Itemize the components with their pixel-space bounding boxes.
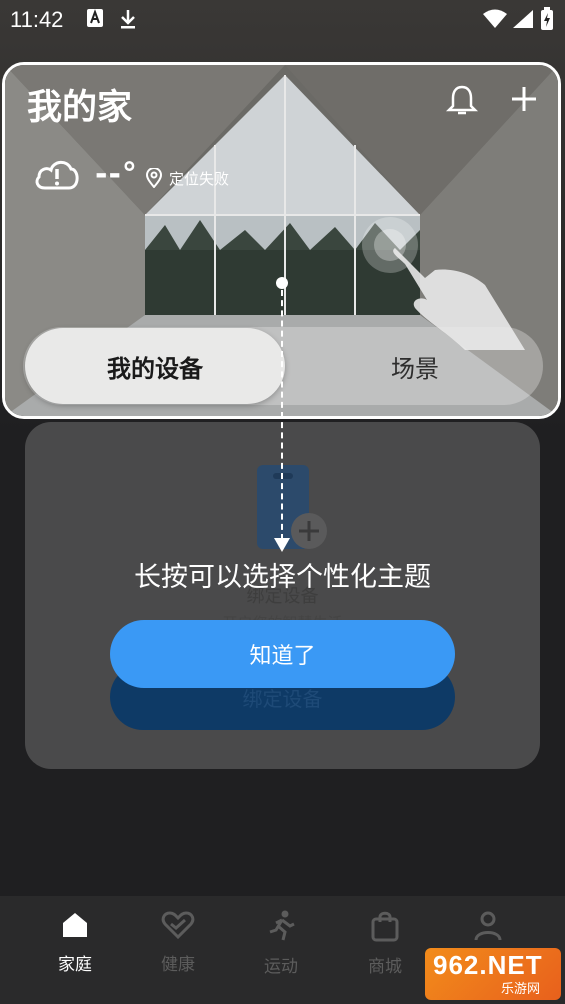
profile-icon (473, 911, 503, 946)
download-icon (118, 8, 138, 35)
nav-home[interactable]: 家庭 (40, 910, 110, 975)
nav-sport-label: 运动 (264, 957, 298, 977)
temperature: --° (95, 157, 138, 192)
nav-health-label: 健康 (161, 955, 195, 975)
app-notification-icon (86, 8, 104, 33)
shopping-bag-icon (370, 911, 400, 946)
guide-dot (276, 277, 288, 289)
cloud-alert-icon (33, 157, 81, 195)
device-add-illustration-icon (255, 463, 335, 557)
watermark-logo: 962.NET 乐游网 (425, 948, 561, 1000)
watermark-brand: 962.NET (433, 950, 543, 980)
home-title[interactable]: 我的家 (27, 79, 132, 130)
battery-icon (540, 7, 554, 36)
watermark-sub: 乐游网 (501, 982, 541, 997)
nav-home-label: 家庭 (58, 955, 92, 975)
location-pin-icon (145, 167, 163, 192)
signal-icon (512, 9, 534, 34)
guide-message: 长按可以选择个性化主题 (134, 562, 431, 593)
tab-my-devices[interactable]: 我的设备 (25, 328, 285, 404)
nav-sport[interactable]: 运动 (246, 910, 316, 977)
hand-pointer-icon (355, 200, 535, 364)
guide-dashed-line (281, 290, 283, 540)
got-it-button[interactable]: 知道了 (110, 620, 455, 688)
heart-icon (161, 911, 195, 944)
nav-health[interactable]: 健康 (143, 910, 213, 975)
status-bar: 11:42 (0, 0, 565, 40)
guide-arrow (274, 538, 290, 552)
nav-shop-label: 商城 (368, 957, 402, 977)
wifi-icon (482, 9, 508, 34)
nav-shop[interactable]: 商城 (350, 910, 420, 977)
bell-icon[interactable] (445, 83, 479, 121)
running-icon (266, 910, 296, 946)
home-icon (60, 913, 90, 944)
status-time: 11:42 (10, 7, 64, 32)
add-icon[interactable] (510, 85, 538, 117)
location-status: 定位失败 (169, 170, 230, 188)
